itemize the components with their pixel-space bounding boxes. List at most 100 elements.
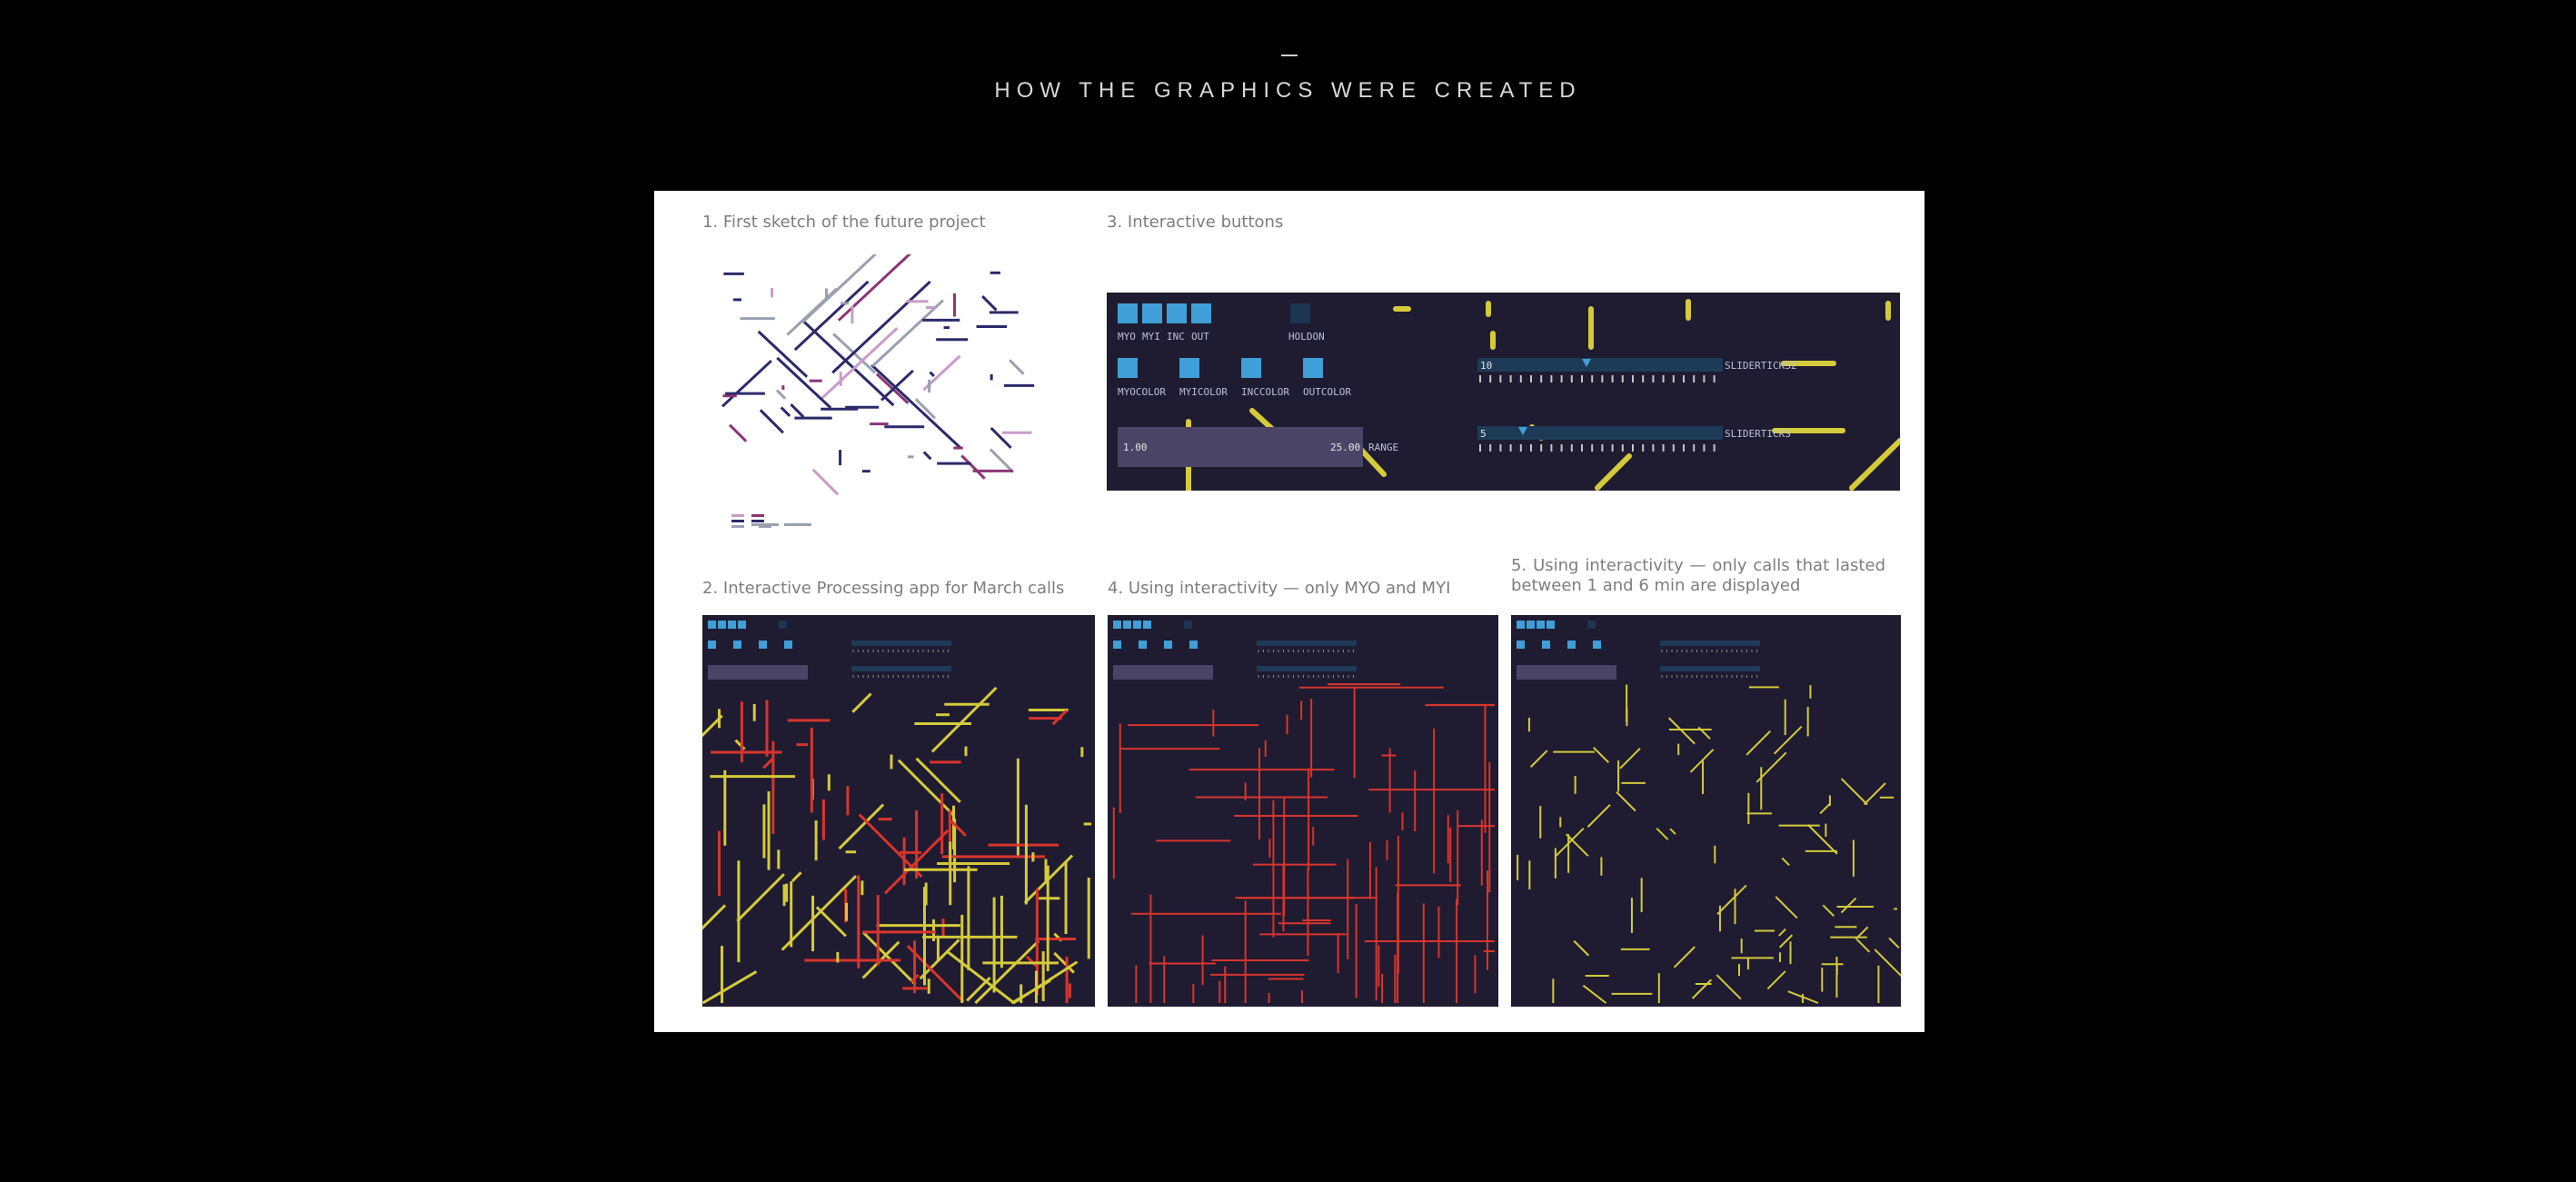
sketch-diagonal [922, 451, 932, 461]
mini-toggle [718, 621, 726, 629]
yellow-call-line [734, 739, 746, 750]
mini-color [1517, 641, 1525, 649]
mini-color [1113, 641, 1121, 649]
sketch-legend-swatch [731, 514, 744, 517]
holdon-button [1290, 303, 1310, 323]
sketch-diagonal [790, 403, 805, 419]
red-call-line [858, 813, 923, 879]
yellow-call-line [851, 692, 872, 713]
heading-dash [1281, 55, 1298, 56]
sketch-diagonal [775, 389, 787, 400]
sketch-legend-swatch [731, 520, 744, 522]
mini-slider [851, 666, 951, 671]
sketch-diagonal [759, 409, 784, 434]
sketch-image [695, 254, 1049, 545]
outcolor-button [1303, 358, 1323, 378]
yellow-call-line [1586, 803, 1611, 828]
yellow-call-line [1840, 778, 1868, 806]
yellow-call-line [1781, 857, 1790, 867]
sketch-diagonal [989, 448, 1015, 473]
march-calls-screenshot [702, 615, 1095, 1007]
yellow-call-line [1573, 939, 1590, 957]
sketch-diagonal [776, 356, 832, 409]
mini-color [733, 641, 741, 649]
myicolor-button [1179, 358, 1199, 378]
yellow-call-line [1822, 904, 1835, 918]
yellow-call-line [1716, 884, 1747, 915]
slider-ticks-value: 5 [1480, 428, 1487, 440]
red-call-line [906, 944, 965, 1003]
mini-color [1542, 641, 1550, 649]
yellow-call-line [1855, 939, 1871, 953]
mini-range [1517, 665, 1616, 680]
mini-slider [851, 641, 951, 646]
caption-step-2: 2. Interactive Processing app for March … [702, 579, 1065, 598]
yellow-call-line [1863, 782, 1886, 806]
yellow-call-line [736, 873, 785, 922]
yellow-call-line [1616, 790, 1636, 812]
mini-slider [1660, 666, 1760, 671]
sketch-diagonal [880, 369, 914, 402]
yellow-call-line [702, 970, 758, 1005]
yellow-call-line [1766, 970, 1786, 990]
sketch-diagonal [960, 454, 986, 480]
toggle-myi-button [1142, 303, 1162, 323]
mini-color [1139, 641, 1147, 649]
sketch-diagonal [870, 363, 961, 449]
myocolor-label: MYOCOLOR [1118, 386, 1166, 398]
toggle-myo-button [1118, 303, 1138, 323]
range-max-label: 25.00 [1330, 442, 1360, 453]
toggle-inc-button [1167, 303, 1187, 323]
mini-slider [1660, 641, 1760, 646]
mini-toggle [1113, 621, 1121, 629]
mini-toggle [1587, 621, 1596, 629]
sketch-diagonal [929, 371, 935, 378]
yellow-call-line [1888, 937, 1900, 949]
sketch-diagonal [1009, 359, 1025, 375]
sketch-diagonal [801, 254, 878, 324]
mini-toggle [1143, 621, 1151, 629]
yellow-call-line [1669, 828, 1676, 835]
sketch-legend-swatch [731, 525, 744, 528]
yellow-call-line [1773, 725, 1803, 755]
sketch-diagonal [871, 299, 944, 368]
page-heading: HOW THE GRAPHICS WERE CREATED [994, 78, 1582, 103]
range-slider [1118, 427, 1363, 467]
sketch-diagonal [757, 330, 809, 378]
yellow-call-line [930, 686, 998, 753]
sketch-diagonal [811, 468, 840, 496]
sketch-diagonal [780, 406, 791, 417]
sketch-legend-swatch [751, 523, 779, 526]
mini-range [708, 665, 808, 680]
mini-color [759, 641, 767, 649]
caption-step-5: 5. Using interactivity — only calls that… [1511, 556, 1885, 595]
mini-toggle [1547, 621, 1555, 629]
yellow-call-line [1840, 897, 1857, 914]
yellow-call-line [1582, 984, 1607, 1004]
sketch-legend-swatch [751, 520, 764, 522]
sketch-diagonal [821, 327, 899, 400]
yellow-call-line [815, 906, 847, 938]
mini-toggle [1537, 621, 1545, 629]
toggle-out-button [1191, 303, 1211, 323]
mini-toggle [708, 621, 716, 629]
yellow-call-line [1593, 747, 1610, 764]
holdon-label: HOLDON [1288, 331, 1325, 343]
slider-ticks2-track [1477, 358, 1723, 372]
yellow-call-line [861, 930, 917, 986]
yellow-call-line [1691, 978, 1713, 999]
yellow-call-line [1778, 928, 1786, 937]
range-name-label: RANGE [1368, 442, 1398, 453]
mini-range [1113, 665, 1213, 680]
sketch-diagonal [729, 423, 748, 442]
mini-slider [1257, 641, 1357, 646]
sketch-legend-swatch [784, 523, 811, 526]
red-call-line [1025, 955, 1038, 968]
slider-ticks2-value: 10 [1480, 360, 1492, 372]
caption-step-3: 3. Interactive buttons [1107, 213, 1284, 232]
yellow-call-line [915, 757, 961, 803]
mini-color [1164, 641, 1172, 649]
slider-ticks-track [1477, 426, 1723, 440]
yellow-call-line [1529, 750, 1548, 768]
yellow-call-line [838, 803, 885, 850]
